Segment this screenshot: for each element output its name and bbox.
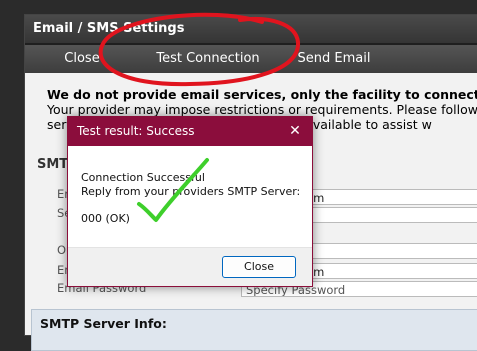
checkmark-icon [137,158,209,222]
annotation-overlay [98,12,301,222]
red-circle-annotation [98,12,301,87]
